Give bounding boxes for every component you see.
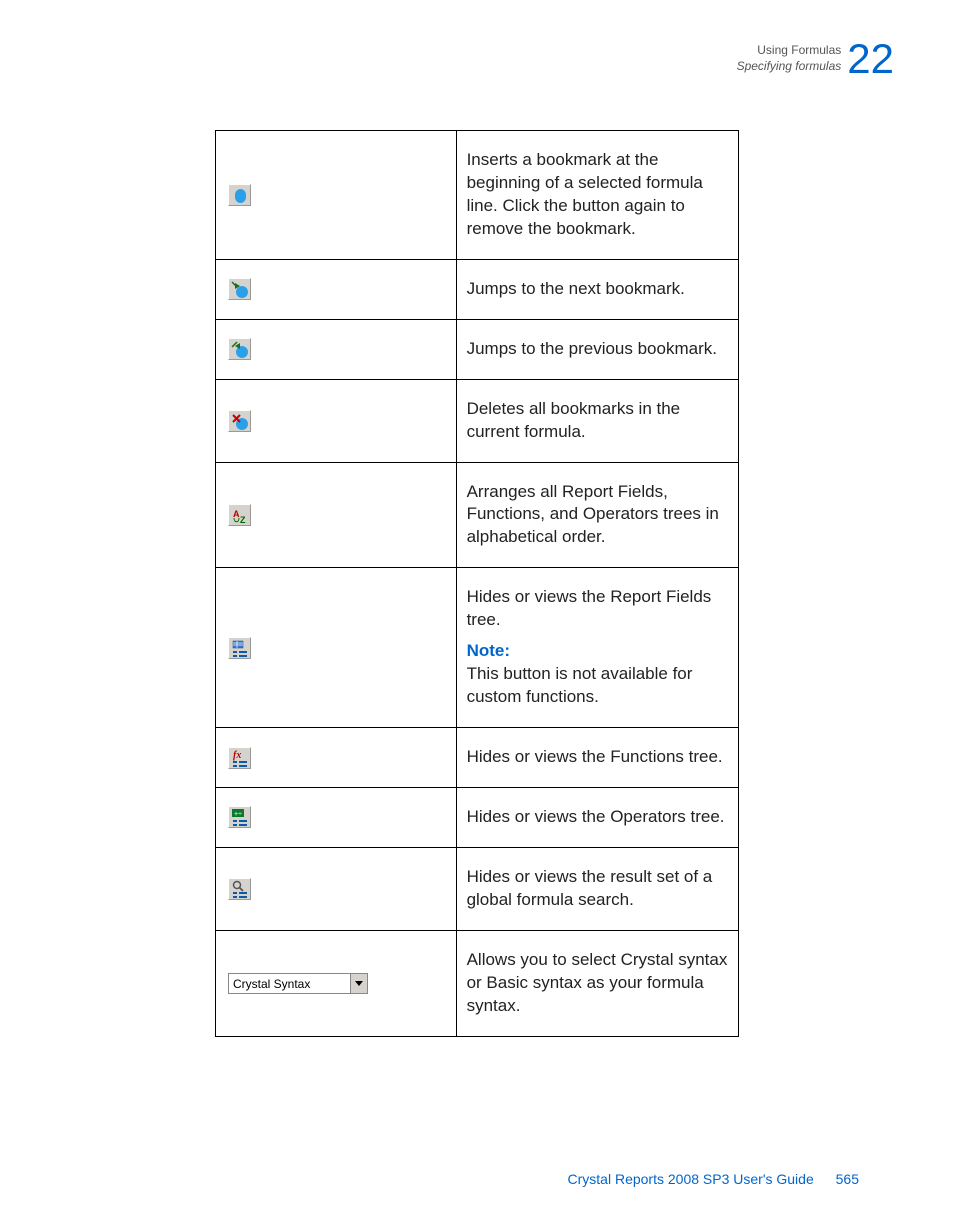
chapter-number: 22 [847, 38, 894, 80]
page-number: 565 [836, 1171, 859, 1187]
header-line1: Using Formulas [737, 43, 842, 59]
description-text: Hides or views the Functions tree. [467, 747, 723, 766]
toolbar-reference-table: Inserts a bookmark at the beginning of a… [215, 130, 739, 1037]
header-text-block: Using Formulas Specifying formulas [737, 43, 842, 74]
table-row: A Z Arranges all Report Fields, Function… [216, 462, 739, 568]
description-cell: Jumps to the previous bookmark. [456, 319, 738, 379]
icon-cell: Crystal Syntax [216, 930, 457, 1036]
description-text: Hides or views the Operators tree. [467, 807, 725, 826]
syntax-select[interactable]: Crystal Syntax [228, 973, 368, 994]
header-line2: Specifying formulas [737, 59, 842, 75]
icon-cell [216, 259, 457, 319]
description-text: Jumps to the next bookmark. [467, 279, 685, 298]
content-area: Inserts a bookmark at the beginning of a… [215, 130, 739, 1037]
table-row: Hides or views the Report Fields tree. N… [216, 568, 739, 728]
description-cell: Hides or views the Functions tree. [456, 728, 738, 788]
icon-cell: fx [216, 728, 457, 788]
description-text: Arranges all Report Fields, Functions, a… [467, 482, 719, 547]
footer-title: Crystal Reports 2008 SP3 User's Guide [568, 1171, 814, 1187]
table-row: +÷ Hides or views the Operators tree. [216, 787, 739, 847]
toggle-fields-tree-icon [228, 637, 251, 659]
description-text: Hides or views the Report Fields tree. [467, 587, 712, 629]
icon-cell [216, 319, 457, 379]
table-row: Jumps to the next bookmark. [216, 259, 739, 319]
note-text: This button is not available for custom … [467, 664, 693, 706]
description-cell: Arranges all Report Fields, Functions, a… [456, 462, 738, 568]
svg-text:A: A [233, 509, 240, 519]
table-row: Crystal Syntax Allows you to select Crys… [216, 930, 739, 1036]
description-text: Allows you to select Crystal syntax or B… [467, 950, 728, 1015]
toggle-result-set-icon [228, 878, 251, 900]
toggle-bookmark-icon [228, 184, 251, 206]
page-header: Using Formulas Specifying formulas 22 [737, 38, 894, 80]
description-cell: Hides or views the Operators tree. [456, 787, 738, 847]
description-cell: Hides or views the Report Fields tree. N… [456, 568, 738, 728]
page-footer: Crystal Reports 2008 SP3 User's Guide 56… [568, 1171, 859, 1187]
sort-alpha-icon: A Z [228, 504, 251, 526]
description-text: Deletes all bookmarks in the current for… [467, 399, 681, 441]
table-row: fx Hides or views the Functions tree. [216, 728, 739, 788]
icon-cell: A Z [216, 462, 457, 568]
icon-cell: +÷ [216, 787, 457, 847]
description-cell: Jumps to the next bookmark. [456, 259, 738, 319]
toggle-functions-tree-icon: fx [228, 747, 251, 769]
description-text: Hides or views the result set of a globa… [467, 867, 713, 909]
table-row: Jumps to the previous bookmark. [216, 319, 739, 379]
table-row: Deletes all bookmarks in the current for… [216, 379, 739, 462]
previous-bookmark-icon [228, 338, 251, 360]
svg-text:Z: Z [240, 515, 246, 525]
svg-text:+÷: +÷ [234, 811, 242, 818]
chevron-down-icon[interactable] [350, 974, 367, 993]
table-row: Inserts a bookmark at the beginning of a… [216, 131, 739, 260]
svg-text:fx: fx [233, 750, 241, 761]
description-cell: Hides or views the result set of a globa… [456, 847, 738, 930]
note-label: Note: [467, 641, 510, 660]
description-text: Inserts a bookmark at the beginning of a… [467, 150, 703, 238]
toggle-operators-tree-icon: +÷ [228, 806, 251, 828]
icon-cell [216, 847, 457, 930]
icon-cell [216, 568, 457, 728]
icon-cell [216, 379, 457, 462]
description-cell: Allows you to select Crystal syntax or B… [456, 930, 738, 1036]
delete-bookmarks-icon [228, 410, 251, 432]
syntax-select-value: Crystal Syntax [229, 976, 350, 992]
description-cell: Deletes all bookmarks in the current for… [456, 379, 738, 462]
table-row: Hides or views the result set of a globa… [216, 847, 739, 930]
description-cell: Inserts a bookmark at the beginning of a… [456, 131, 738, 260]
description-text: Jumps to the previous bookmark. [467, 339, 717, 358]
next-bookmark-icon [228, 278, 251, 300]
icon-cell [216, 131, 457, 260]
